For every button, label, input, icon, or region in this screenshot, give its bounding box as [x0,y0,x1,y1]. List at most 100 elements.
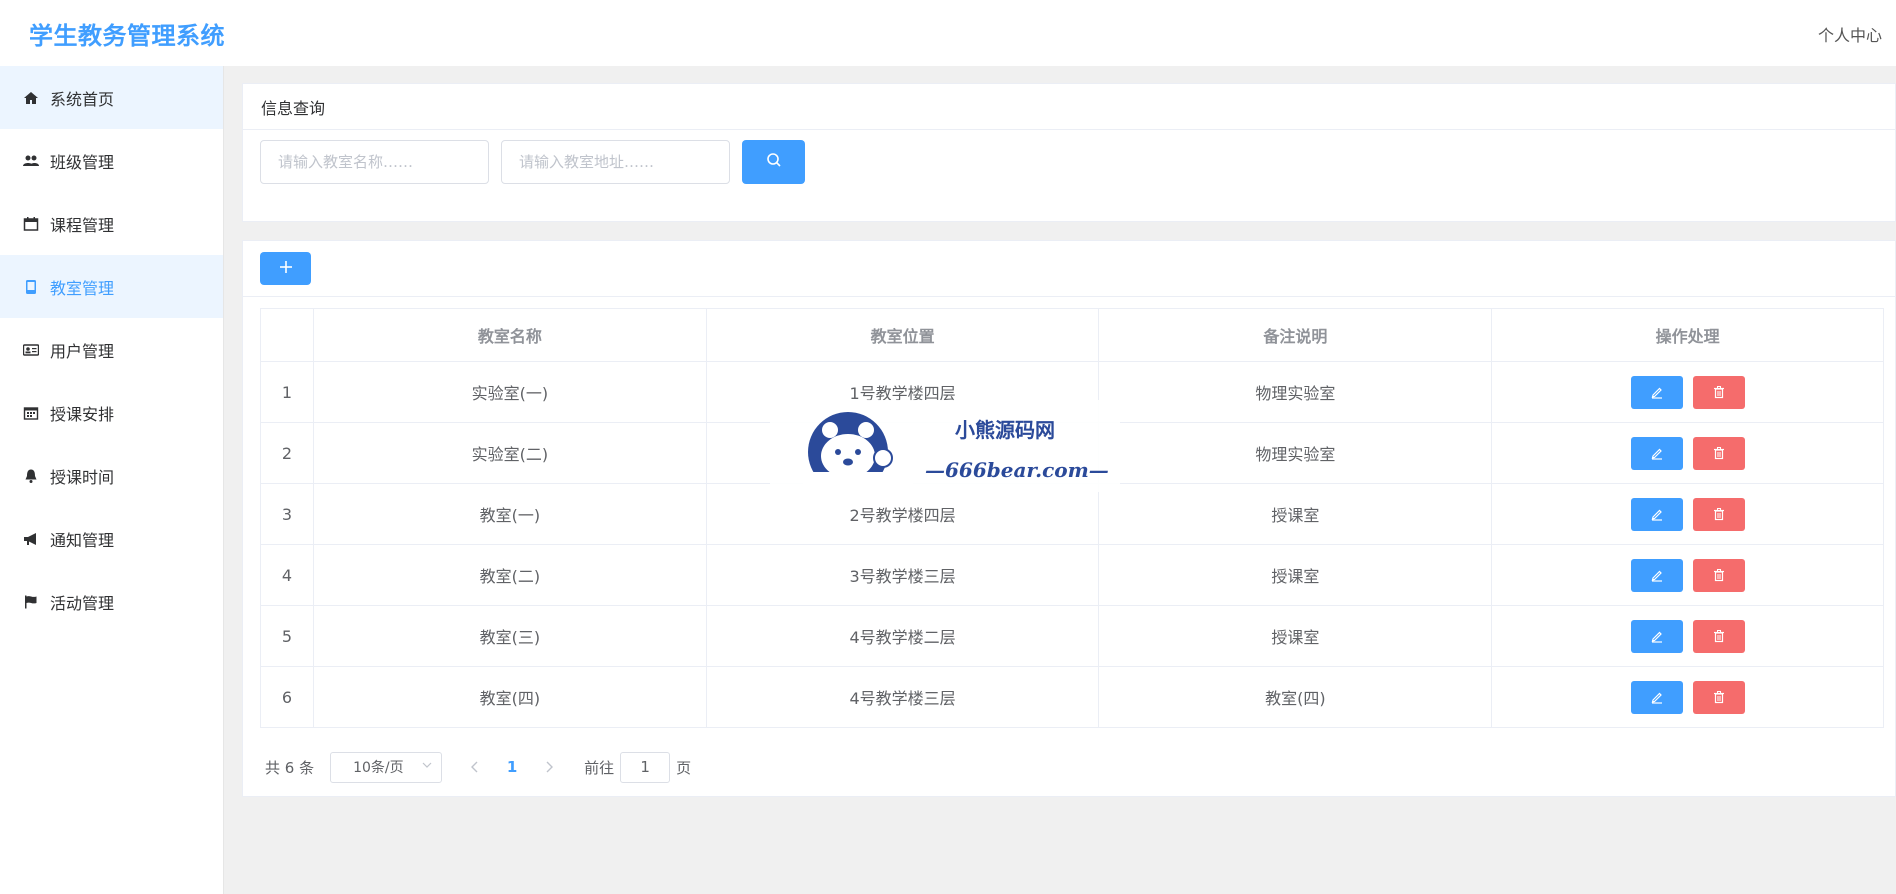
sidebar-item-label: 教室管理 [50,278,115,298]
sidebar-item-time[interactable]: 授课时间 [0,444,223,507]
sidebar-item-home[interactable]: 系统首页 [0,66,223,129]
sidebar-item-classrooms[interactable]: 教室管理 [0,255,223,318]
edit-button[interactable] [1630,497,1683,531]
trash-icon [1713,630,1724,643]
classroom-note-cell: 物理实验室 [1098,422,1493,484]
next-page-button[interactable] [534,752,564,782]
sidebar-item-users[interactable]: 用户管理 [0,318,223,381]
delete-button[interactable] [1692,680,1745,714]
goto-suffix: 页 [676,758,692,777]
trash-icon [1713,386,1724,399]
calendar-grid-icon [22,404,40,422]
edit-icon [1651,570,1662,582]
actions-cell [1491,422,1884,484]
chevron-right-icon [546,761,554,773]
watermark-line1: 小熊源码网 [955,418,1055,442]
delete-button[interactable] [1692,619,1745,653]
classroom-note-cell: 物理实验室 [1098,361,1493,423]
classroom-name-cell: 实验室(二) [312,422,707,484]
chevron-left-icon [471,761,478,773]
calendar-icon [22,215,40,233]
sidebar-item-activities[interactable]: 活动管理 [0,570,223,633]
actions-cell [1491,483,1884,545]
delete-button[interactable] [1692,497,1745,531]
delete-button[interactable] [1692,436,1745,470]
edit-button[interactable] [1630,375,1683,409]
sidebar-item-label: 授课时间 [50,467,115,487]
actions-cell [1491,666,1884,728]
add-classroom-button[interactable] [260,252,311,285]
edit-button[interactable] [1630,558,1683,592]
table-row: 6 教室(四) 4号教学楼三层 教室(四) [260,666,1884,728]
sidebar-item-schedule[interactable]: 授课安排 [0,381,223,444]
edit-icon [1651,448,1662,460]
trash-icon [1713,691,1724,704]
trash-icon [1713,508,1724,521]
total-count: 共 6 条 [265,758,315,777]
actions-cell [1491,544,1884,606]
divider [243,296,1895,297]
bell-icon [22,467,40,485]
goto-page-input[interactable] [620,751,671,783]
pagination: 共 6 条 10条/页 1 前往 页 [265,751,691,783]
search-button[interactable] [742,140,805,184]
edit-icon [1651,692,1662,704]
user-center-link[interactable]: 个人中心 [1818,22,1882,46]
sidebar-item-classes[interactable]: 班级管理 [0,129,223,192]
table-row: 5 教室(三) 4号教学楼二层 授课室 [260,605,1884,667]
users-icon [22,152,40,170]
classroom-name-cell: 教室(一) [312,483,707,545]
sidebar-item-notices[interactable]: 通知管理 [0,507,223,570]
row-index: 4 [260,544,314,606]
column-header-actions: 操作处理 [1491,308,1884,362]
app-title: 学生教务管理系统 [29,22,225,50]
prev-page-button[interactable] [460,752,490,782]
edit-button[interactable] [1630,619,1683,653]
classroom-name-cell: 教室(二) [312,544,707,606]
classroom-note-cell: 授课室 [1098,483,1493,545]
edit-button[interactable] [1630,436,1683,470]
search-panel-title: 信息查询 [243,84,1895,130]
sidebar: 系统首页 班级管理 课程管理 教室管理 用户管理 授课安排 授课时间 通知管理 … [0,66,224,894]
classroom-name-cell: 教室(三) [312,605,707,667]
sidebar-item-label: 系统首页 [50,89,115,109]
classroom-address-input[interactable] [501,140,730,184]
edit-icon [1651,631,1662,643]
home-icon [22,89,40,107]
sidebar-item-label: 活动管理 [50,593,115,613]
page-size-value: 10条/页 [353,760,404,776]
column-header-note: 备注说明 [1098,308,1493,362]
classroom-table-panel: 教室名称 教室位置 备注说明 操作处理 1 实验室(一) 1号教学楼四层 物理实验室 2… [242,240,1896,797]
classroom-name-input[interactable] [260,140,489,184]
page-size-select[interactable]: 10条/页 [330,751,443,783]
classroom-location-cell: 2号教学楼四层 [705,483,1100,545]
delete-button[interactable] [1692,375,1745,409]
classroom-note-cell: 教室(四) [1098,666,1493,728]
classroom-name-cell: 教室(四) [312,666,707,728]
classroom-location-cell: 3号教学楼三层 [705,544,1100,606]
actions-cell [1491,605,1884,667]
search-icon [766,152,782,172]
edit-button[interactable] [1630,680,1683,714]
classroom-table: 教室名称 教室位置 备注说明 操作处理 1 实验室(一) 1号教学楼四层 物理实验室 2… [260,308,1884,728]
sidebar-item-label: 授课安排 [50,404,115,424]
sidebar-item-label: 用户管理 [50,341,115,361]
column-header-name: 教室名称 [312,308,707,362]
page-number-current[interactable]: 1 [490,758,534,776]
goto-label: 前往 [584,758,615,777]
classroom-location-cell: 4号教学楼二层 [705,605,1100,667]
classroom-location-cell: 4号教学楼三层 [705,666,1100,728]
delete-button[interactable] [1692,558,1745,592]
table-row: 3 教室(一) 2号教学楼四层 授课室 [260,483,1884,545]
table-header-row: 教室名称 教室位置 备注说明 操作处理 [260,308,1884,362]
watermark-line2: —666bear.com— [925,458,1109,482]
trash-icon [1713,447,1724,460]
flag-icon [22,593,40,611]
trash-icon [1713,569,1724,582]
mobile-icon [22,278,40,296]
edit-icon [1651,509,1662,521]
sidebar-item-courses[interactable]: 课程管理 [0,192,223,255]
bullhorn-icon [22,530,40,548]
search-panel: 信息查询 [242,83,1896,222]
id-card-icon [22,341,40,359]
